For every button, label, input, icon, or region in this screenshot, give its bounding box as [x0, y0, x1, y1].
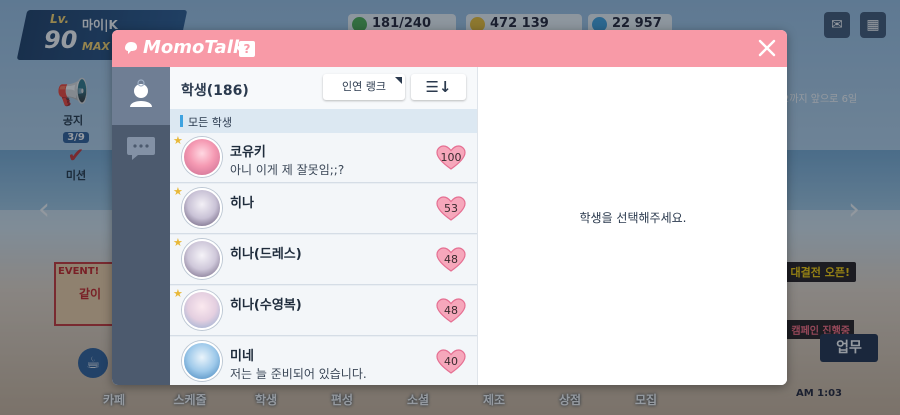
tab-students[interactable] [112, 67, 170, 125]
student-row[interactable]: ★ 히나 53 [170, 184, 477, 234]
avatar [182, 290, 222, 330]
person-icon [130, 79, 152, 107]
chat-pane: 학생을 선택해주세요. [477, 67, 787, 385]
student-row[interactable]: ★ 히나(수영복) 48 [170, 286, 477, 336]
tab-chats[interactable] [112, 125, 170, 175]
student-name: 코유키 [230, 145, 266, 160]
avatar [182, 137, 222, 177]
filter-accent-bar [180, 115, 183, 127]
chat-bubble-icon [127, 137, 155, 160]
dialog-title: MomoTalk [143, 37, 245, 58]
student-name: 미네 [230, 349, 254, 364]
affection-badge: 40 [436, 349, 466, 375]
sort-label: 인연 랭크 [342, 80, 386, 93]
empty-state-message: 학생을 선택해주세요. [579, 211, 687, 225]
student-row[interactable]: ★ 코유키 아니 이게 제 잘못임;;? 100 [170, 133, 477, 183]
filter-row[interactable]: 모든 학생 [170, 109, 477, 133]
dropdown-corner-icon [395, 77, 402, 84]
star-icon: ★ [173, 287, 183, 300]
affection-value: 100 [440, 151, 462, 164]
close-icon[interactable] [757, 38, 777, 58]
help-button[interactable]: ? [239, 41, 255, 57]
last-message: 아니 이게 제 잘못임;;? [230, 163, 345, 177]
affection-value: 53 [444, 202, 458, 215]
student-row[interactable]: ★ 히나(드레스) 48 [170, 235, 477, 285]
avatar [182, 341, 222, 381]
student-name: 히나 [230, 196, 254, 211]
momotalk-dialog: MomoTalk ? 학생(186) 인연 랭크 ☰↓ 모든 학생 ★ 코유키 … [112, 30, 787, 385]
student-name: 히나(드레스) [230, 247, 302, 262]
affection-badge: 48 [436, 298, 466, 324]
avatar [182, 188, 222, 228]
star-icon: ★ [173, 236, 183, 249]
star-icon: ★ [173, 134, 183, 147]
star-icon: ★ [173, 185, 183, 198]
momotalk-logo-icon [125, 42, 137, 54]
last-message: 저는 늘 준비되어 있습니다. [230, 367, 367, 381]
sort-order-button[interactable]: ☰↓ [411, 74, 466, 100]
affection-badge: 48 [436, 247, 466, 273]
affection-badge: 100 [436, 145, 466, 171]
affection-value: 48 [444, 304, 458, 317]
student-name: 히나(수영복) [230, 298, 302, 313]
filter-label: 모든 학생 [188, 116, 232, 129]
list-header: 학생(186) 인연 랭크 ☰↓ [170, 67, 477, 109]
avatar [182, 239, 222, 279]
student-list-pane: 학생(186) 인연 랭크 ☰↓ 모든 학생 ★ 코유키 아니 이게 제 잘못임… [170, 67, 477, 385]
sort-dropdown[interactable]: 인연 랭크 [323, 74, 405, 100]
affection-value: 48 [444, 253, 458, 266]
dialog-sidebar [112, 67, 170, 385]
dialog-header: MomoTalk ? [112, 30, 787, 67]
affection-badge: 53 [436, 196, 466, 222]
student-count-title: 학생(186) [181, 83, 249, 99]
student-row[interactable]: 미네 저는 늘 준비되어 있습니다. 40 [170, 337, 477, 385]
affection-value: 40 [444, 355, 458, 368]
